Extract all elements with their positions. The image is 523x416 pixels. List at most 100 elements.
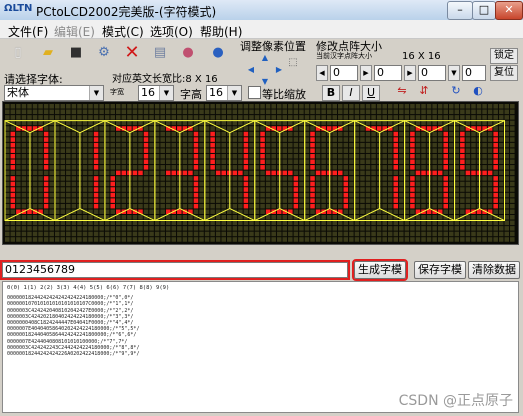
- pixel: [204, 181, 210, 187]
- pixel: [510, 142, 515, 148]
- pixel: [32, 176, 38, 181]
- pixel: [415, 203, 421, 209]
- pixel: [154, 170, 160, 176]
- pixel: [360, 237, 365, 242]
- pixel: [254, 126, 260, 131]
- pixel: [510, 109, 515, 115]
- dotted-box-button[interactable]: ⬚: [286, 56, 300, 70]
- clear-data-button[interactable]: 清除数据: [468, 261, 520, 279]
- help-button[interactable]: ●: [206, 42, 230, 66]
- offset-y-spinner[interactable]: 0: [462, 65, 486, 81]
- close-button[interactable]: ✕: [495, 1, 523, 20]
- pixel: [299, 153, 304, 159]
- save-file-button[interactable]: ■: [64, 42, 88, 66]
- pixel: [116, 187, 121, 192]
- pixel: [38, 165, 43, 170]
- italic-button[interactable]: I: [342, 85, 360, 101]
- height-inc-button[interactable]: ▶: [404, 65, 416, 81]
- rotate-button[interactable]: ↻: [446, 82, 466, 100]
- pixel: [116, 159, 121, 165]
- pixel: [487, 120, 493, 126]
- pixel: [138, 198, 143, 203]
- underline-button[interactable]: U: [362, 85, 380, 101]
- pixel: [404, 148, 410, 153]
- width-inc-button[interactable]: ▶: [360, 65, 372, 81]
- pixel: [404, 115, 410, 120]
- document-button[interactable]: ▤: [148, 42, 172, 66]
- width-adjust-spinner[interactable]: 0: [330, 65, 358, 81]
- width-select[interactable]: 16 ▼: [138, 85, 174, 101]
- lock-button[interactable]: 锁定: [490, 48, 518, 64]
- pixel: [121, 165, 127, 170]
- pixel: [16, 226, 21, 231]
- proportional-checkbox[interactable]: [248, 86, 261, 99]
- pixel: [437, 192, 443, 198]
- pixel: [188, 104, 193, 109]
- pixel: [177, 109, 182, 115]
- minimize-button[interactable]: –: [447, 1, 473, 20]
- dot-matrix-preview[interactable]: [2, 101, 519, 245]
- pixel: [99, 153, 104, 159]
- pixel: [482, 104, 487, 109]
- offset-dec-button[interactable]: ▼: [448, 65, 460, 81]
- mirror-vertical-button[interactable]: ⇵: [414, 82, 434, 100]
- pixel: [426, 115, 432, 120]
- shift-up-button[interactable]: ▲: [258, 52, 272, 64]
- pixel: [104, 115, 110, 120]
- bold-button[interactable]: B: [322, 85, 340, 101]
- mirror-horizontal-button[interactable]: ⇋: [392, 82, 412, 100]
- pixel: [482, 215, 487, 220]
- shift-right-button[interactable]: ▶: [272, 64, 286, 76]
- lit-pixel: [243, 187, 249, 192]
- pixel: [393, 104, 399, 109]
- pixel: [215, 153, 221, 159]
- pixel: [188, 153, 193, 159]
- pixel: [88, 115, 93, 120]
- delete-button[interactable]: ✕: [120, 42, 144, 66]
- generate-button[interactable]: 生成字模: [352, 259, 408, 281]
- pixel: [260, 126, 265, 131]
- pixel: [387, 159, 393, 165]
- font-select[interactable]: 宋体 ▼: [4, 85, 104, 101]
- pixel: [121, 220, 127, 226]
- width-dec-button[interactable]: ◀: [316, 65, 328, 81]
- maximize-button[interactable]: □: [472, 1, 496, 20]
- height-select[interactable]: 16 ▼: [206, 85, 242, 101]
- pixel: [404, 104, 410, 109]
- pixel: [321, 153, 326, 159]
- pixel: [21, 198, 27, 203]
- pixel: [238, 120, 243, 126]
- color-palette-button[interactable]: ●: [176, 42, 200, 66]
- invert-button[interactable]: ◐: [468, 82, 488, 100]
- height-adjust-spinner[interactable]: 0: [374, 65, 402, 81]
- pixel: [382, 187, 387, 192]
- lit-pixel: [10, 176, 16, 181]
- new-file-button[interactable]: ▯: [6, 42, 30, 66]
- pixel: [165, 187, 171, 192]
- pixel: [454, 104, 460, 109]
- pixel: [426, 226, 432, 231]
- pixel: [410, 115, 415, 120]
- pixel: [265, 104, 271, 109]
- text-input[interactable]: 0123456789: [0, 260, 350, 280]
- settings-button[interactable]: ⚙: [92, 42, 116, 66]
- shift-left-button[interactable]: ◀: [244, 64, 258, 76]
- open-file-button[interactable]: ▰: [36, 42, 60, 66]
- pixel: [193, 231, 199, 237]
- pixel: [88, 181, 93, 187]
- pixel: [504, 109, 510, 115]
- pixel: [504, 215, 510, 220]
- pixel: [449, 203, 454, 209]
- pixel: [449, 181, 454, 187]
- pixel: [149, 203, 154, 209]
- lit-pixel: [376, 126, 382, 131]
- pixel: [365, 165, 371, 170]
- pixel: [132, 148, 138, 153]
- pixel: [121, 192, 127, 198]
- save-font-button[interactable]: 保存字模: [414, 261, 466, 279]
- pixel: [104, 137, 110, 142]
- reset-button[interactable]: 复位: [490, 65, 518, 81]
- pixel: [282, 187, 288, 192]
- offset-x-spinner[interactable]: 0: [418, 65, 446, 81]
- lit-pixel: [410, 142, 415, 148]
